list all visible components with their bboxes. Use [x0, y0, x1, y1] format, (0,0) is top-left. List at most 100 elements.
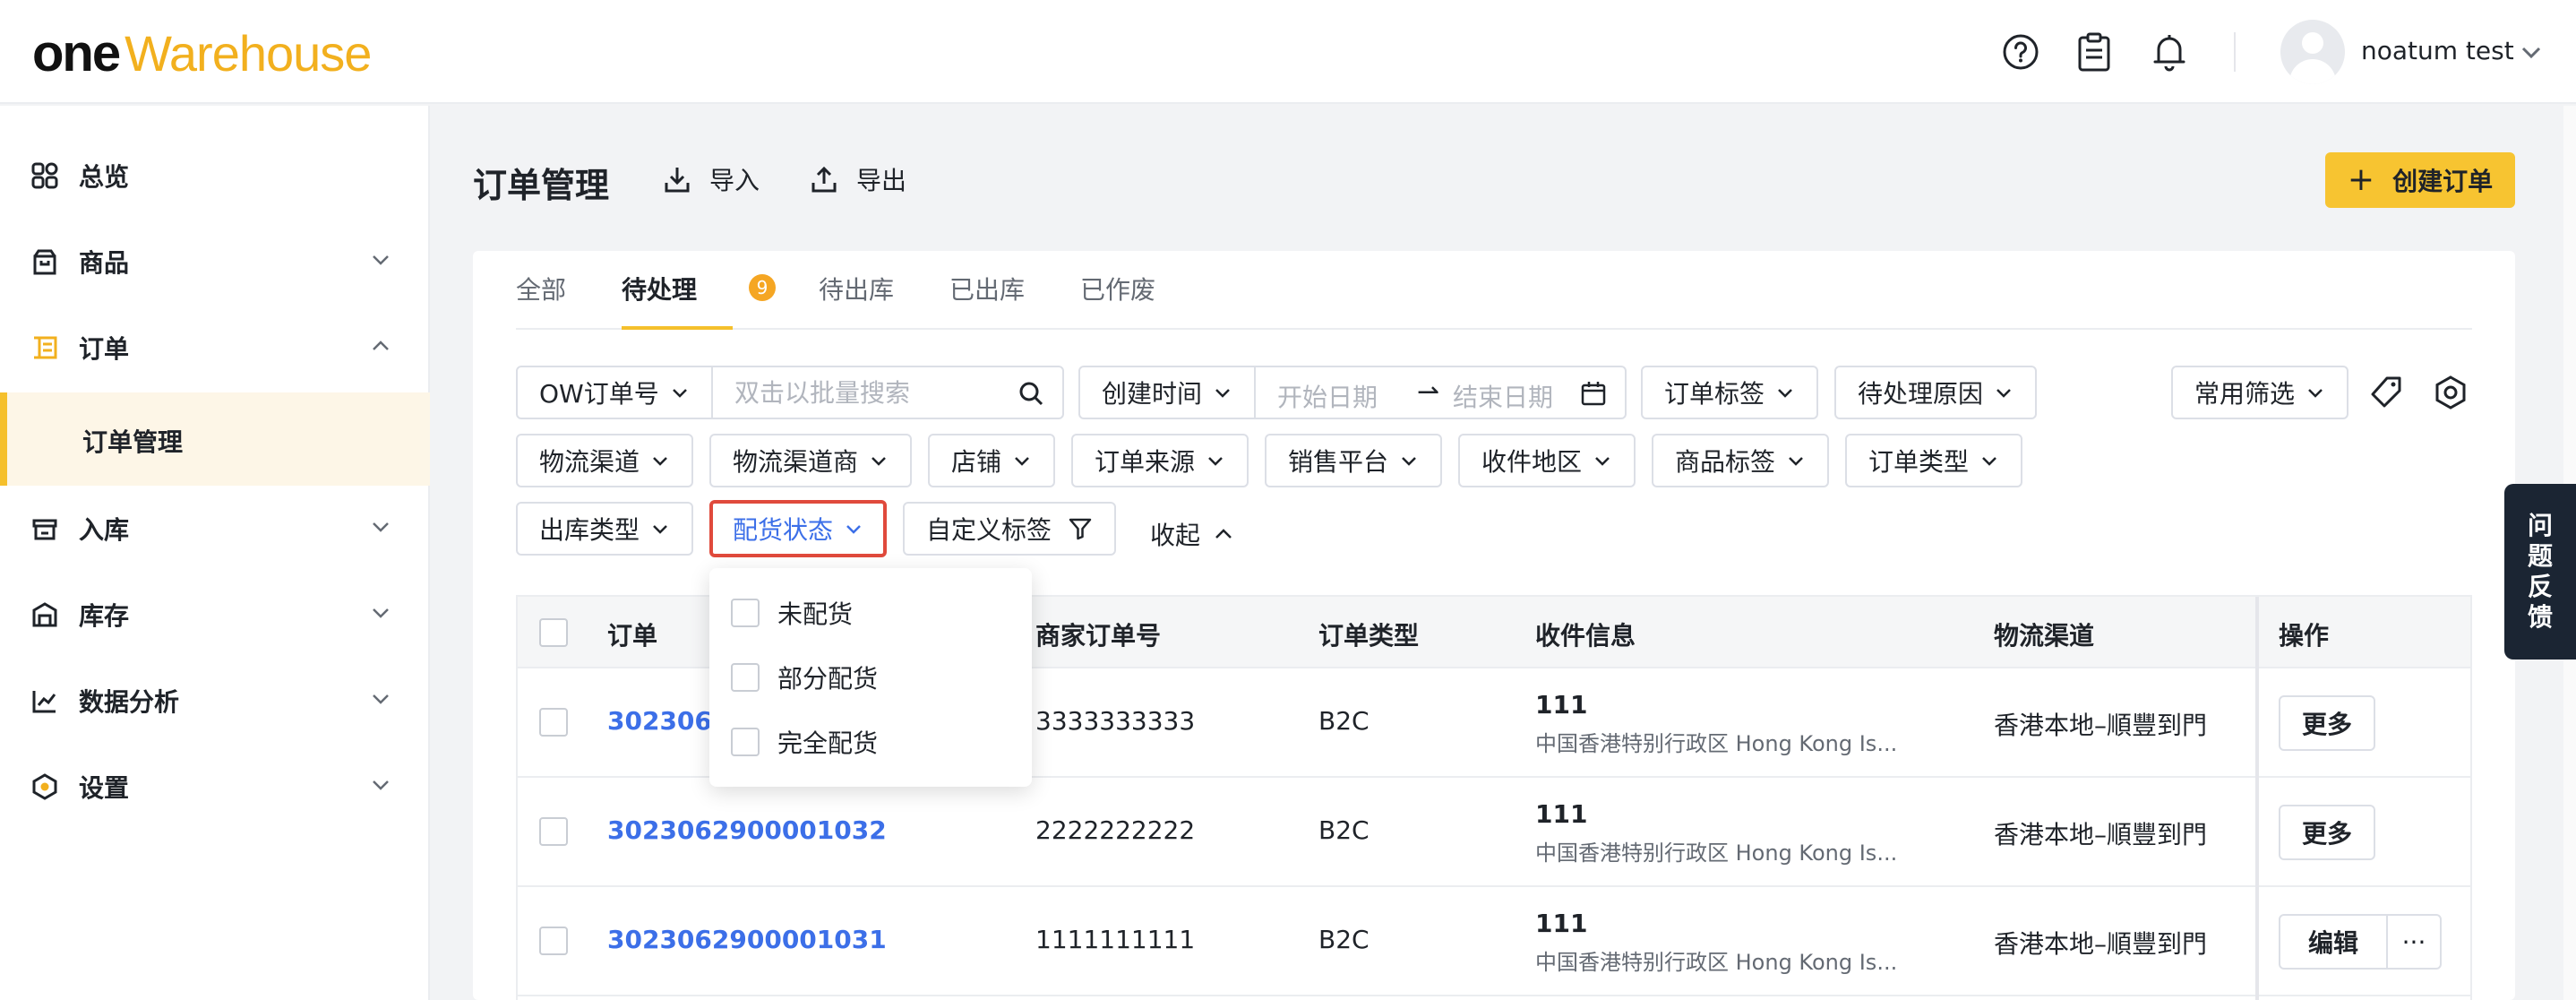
filter-order-source[interactable]: 订单来源: [1071, 434, 1249, 487]
collapse-filters-button[interactable]: 收起: [1150, 516, 1234, 552]
search-icon[interactable]: [1018, 380, 1044, 407]
order-number-link[interactable]: 3023062900001032: [607, 815, 887, 845]
filter-allocation-status[interactable]: 配货状态: [709, 500, 888, 557]
filter-common-presets[interactable]: 常用筛选: [2171, 366, 2349, 419]
chevron-down-icon: [2308, 389, 2323, 398]
filter-logistics-provider[interactable]: 物流渠道商: [709, 434, 913, 487]
recipient-address: 中国香港特别行政区 Hong Kong Is...: [1535, 731, 1898, 756]
sidebar-item-inventory[interactable]: 库存: [0, 572, 430, 658]
table-row[interactable]: 3023062900001031 1111111111 B2C 111 中国香港…: [518, 887, 2470, 996]
help-circle-icon[interactable]: [1999, 30, 2042, 73]
option-checkbox[interactable]: [731, 728, 760, 756]
tab-shipped[interactable]: 已出库: [949, 271, 1025, 306]
column-header: 物流渠道: [1994, 621, 2095, 651]
order-type: B2C: [1318, 925, 1370, 954]
order-list-icon: [30, 333, 59, 362]
more-button[interactable]: 更多: [2279, 805, 2375, 860]
sidebar: 总览 商品 订单 订单管理 入库 库存 数据分析 设置: [0, 106, 430, 1000]
filter-sales-platform[interactable]: 销售平台: [1265, 434, 1443, 487]
settings-icon[interactable]: [2429, 371, 2472, 414]
date-field-select[interactable]: 创建时间: [1080, 367, 1256, 418]
start-date-input[interactable]: 开始日期: [1277, 378, 1378, 414]
recipient-name: 111: [1535, 799, 1588, 829]
ellipsis-icon[interactable]: ···: [2386, 914, 2442, 970]
option-label: 完全配货: [777, 728, 879, 758]
sidebar-item-inbound[interactable]: 入库: [0, 486, 430, 572]
end-date-input[interactable]: 结束日期: [1453, 378, 1553, 414]
inbound-icon: [30, 514, 59, 543]
row-checkbox[interactable]: [539, 927, 568, 955]
order-number-link[interactable]: 3023062900001031: [607, 925, 887, 954]
search-field-select[interactable]: OW订单号: [518, 367, 713, 418]
feedback-char: 题: [2527, 541, 2553, 571]
tab-pending[interactable]: 待处理: [622, 271, 697, 306]
filter-logistics-channel[interactable]: 物流渠道: [516, 434, 694, 487]
active-indicator: [0, 392, 7, 486]
filter-custom-tag[interactable]: 自定义标签: [903, 502, 1117, 556]
tab-awaiting-outbound[interactable]: 待出库: [819, 271, 894, 306]
sidebar-item-orders[interactable]: 订单: [0, 305, 430, 391]
chevron-up-icon: [369, 334, 392, 361]
option-checkbox[interactable]: [731, 599, 760, 627]
select-all-checkbox[interactable]: [539, 618, 568, 647]
sidebar-item-label: 总览: [79, 162, 130, 192]
download-icon: [665, 168, 690, 193]
order-search: OW订单号: [516, 366, 1064, 419]
option-label: 部分配货: [777, 664, 879, 694]
feedback-button[interactable]: 问 题 反 馈: [2504, 484, 2576, 659]
brand-warehouse: Warehouse: [125, 25, 372, 82]
sidebar-item-overview[interactable]: 总览: [0, 133, 430, 219]
edit-button[interactable]: 编辑: [2279, 914, 2388, 970]
option-partially-allocated[interactable]: 部分配货: [731, 659, 878, 695]
table-row[interactable]: 3023062900001032 2222222222 B2C 111 中国香港…: [518, 778, 2470, 887]
filter-recipient-region[interactable]: 收件地区: [1458, 434, 1636, 487]
row-checkbox[interactable]: [539, 708, 568, 737]
logistics-channel: 香港本地–順豐到門: [1994, 711, 2208, 740]
dashboard-grid-icon: [30, 161, 59, 190]
merchant-order-number: 2222222222: [1035, 815, 1196, 845]
username[interactable]: noatum test: [2361, 36, 2514, 65]
calendar-icon[interactable]: [1580, 380, 1607, 407]
option-unallocated[interactable]: 未配货: [731, 595, 853, 631]
chevron-down-icon: [1996, 389, 2011, 398]
sidebar-item-label: 商品: [79, 248, 130, 278]
option-checkbox[interactable]: [731, 663, 760, 692]
sidebar-item-settings[interactable]: 设置: [0, 744, 430, 830]
sidebar-item-analytics[interactable]: 数据分析: [0, 658, 430, 744]
filter-outbound-type[interactable]: 出库类型: [516, 502, 694, 556]
chevron-down-icon[interactable]: [2519, 39, 2544, 68]
row-checkbox[interactable]: [539, 817, 568, 846]
filter-pending-reason[interactable]: 待处理原因: [1834, 366, 2038, 419]
analytics-icon: [30, 686, 59, 715]
tab-all[interactable]: 全部: [516, 271, 566, 306]
tab-voided[interactable]: 已作废: [1080, 271, 1155, 306]
filter-store[interactable]: 店铺: [928, 434, 1056, 487]
recipient-address: 中国香港特别行政区 Hong Kong Is...: [1535, 950, 1898, 975]
topbar-divider: [2234, 32, 2236, 72]
sidebar-item-order-management[interactable]: 订单管理: [0, 392, 430, 486]
sidebar-item-products[interactable]: 商品: [0, 219, 430, 305]
filter-product-tag[interactable]: 商品标签: [1652, 434, 1830, 487]
option-fully-allocated[interactable]: 完全配货: [731, 724, 878, 760]
chip-label: 待处理原因: [1858, 379, 1984, 409]
chip-label: 物流渠道商: [733, 447, 859, 477]
search-input[interactable]: [713, 367, 1018, 418]
avatar[interactable]: [2280, 20, 2345, 84]
clipboard-icon[interactable]: [2073, 30, 2116, 73]
brand-logo[interactable]: one Warehouse: [32, 23, 372, 82]
filter-order-type[interactable]: 订单类型: [1845, 434, 2023, 487]
create-order-button[interactable]: + 创建订单: [2325, 152, 2515, 208]
export-label: 导出: [856, 166, 907, 195]
chip-label: 物流渠道: [539, 447, 640, 477]
export-button[interactable]: 导出: [810, 159, 906, 199]
more-button[interactable]: 更多: [2279, 695, 2375, 751]
chevron-down-icon: [1595, 457, 1610, 466]
merchant-order-number: 1111111111: [1035, 925, 1196, 954]
tag-icon[interactable]: [2365, 371, 2408, 414]
chevron-down-icon: [872, 457, 886, 466]
bell-icon[interactable]: [2148, 30, 2191, 73]
import-button[interactable]: 导入: [663, 159, 760, 199]
column-header: 订单: [607, 621, 658, 651]
filter-order-tag[interactable]: 订单标签: [1641, 366, 1819, 419]
brand-one: one: [32, 24, 121, 82]
